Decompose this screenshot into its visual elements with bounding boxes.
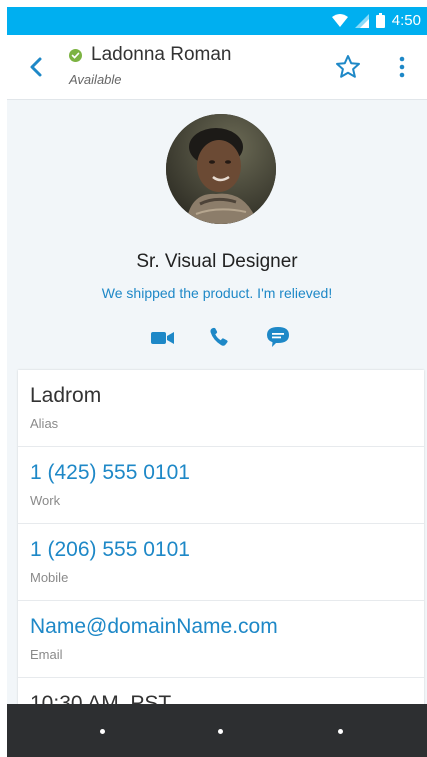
status-time: 4:50 [391,12,421,29]
nav-back-button[interactable] [100,729,105,734]
nav-recents-button[interactable] [338,729,343,734]
alias-label: Alias [30,416,59,431]
video-call-icon [151,332,174,344]
app-screen: 4:50 Ladonna Roman Available Sr. Visual … [7,7,427,757]
job-title: Sr. Visual Designer [136,251,298,272]
more-options-button[interactable] [395,53,409,81]
phone-call-button[interactable] [205,325,235,347]
presence-check-icon [71,52,80,59]
status-bar: 4:50 [7,7,427,35]
detail-row-work-phone[interactable]: 1 (425) 555 0101 Work [18,447,424,524]
detail-row-email[interactable]: Name@domainName.com Email [18,601,424,678]
signal-icon [354,13,369,28]
work-phone-label: Work [30,493,61,508]
wifi-icon [331,14,348,27]
star-icon [336,55,360,78]
mobile-phone-label: Mobile [30,570,69,585]
work-phone-link[interactable]: 1 (425) 555 0101 [30,461,190,485]
detail-row-alias: Ladrom Alias [18,370,424,447]
chat-button[interactable] [263,325,293,347]
contact-name: Ladonna Roman [91,44,232,65]
profile-section: Sr. Visual Designer We shipped the produ… [7,100,427,362]
chat-icon [267,327,289,347]
favorite-button[interactable] [334,53,362,81]
email-label: Email [30,647,63,662]
email-link[interactable]: Name@domainName.com [30,615,278,639]
mobile-phone-link[interactable]: 1 (206) 555 0101 [30,538,190,562]
mood-message: We shipped the product. I'm relieved! [101,285,333,301]
phone-icon [210,327,228,346]
back-button[interactable] [25,55,49,79]
presence-status: Available [69,72,122,87]
more-vertical-icon [399,56,405,78]
video-call-button[interactable] [148,327,178,349]
back-chevron-icon [30,57,42,77]
detail-row-mobile-phone[interactable]: 1 (206) 555 0101 Mobile [18,524,424,601]
presence-indicator [69,49,82,62]
alias-value: Ladrom [30,384,102,407]
contact-details-list: Ladrom Alias 1 (425) 555 0101 Work 1 (20… [18,370,424,710]
conversation-header: Ladonna Roman Available [7,35,427,100]
avatar [166,114,276,224]
system-navigation-bar [7,704,427,757]
battery-icon [375,13,385,28]
nav-home-button[interactable] [218,729,223,734]
